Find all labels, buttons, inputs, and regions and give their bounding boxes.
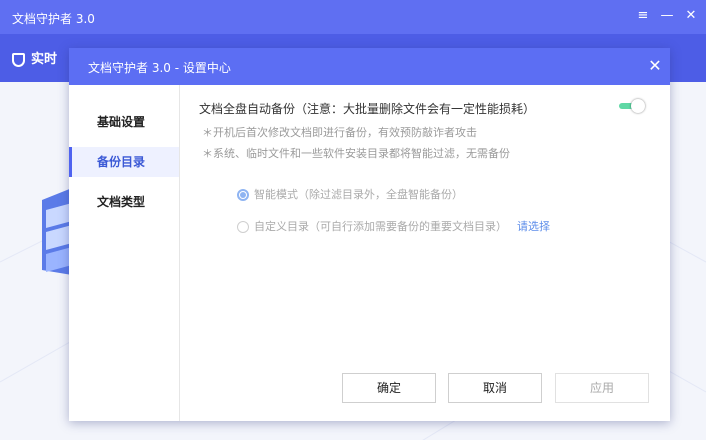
option-smart-mode[interactable]: 智能模式（除过滤目录外，全盘智能备份） [237, 186, 463, 202]
app-titlebar: 文档守护者 3.0 ≡ — ✕ [0, 0, 706, 34]
dialog-header: 文档守护者 3.0 - 设置中心 ✕ [69, 48, 670, 85]
apply-button[interactable]: 应用 [555, 373, 649, 403]
tab-realtime-label: 实时 [31, 52, 58, 67]
menu-button[interactable]: ≡ [634, 7, 652, 25]
sidebar-item-basic[interactable]: 基础设置 [69, 107, 179, 137]
radio-selected-icon[interactable] [237, 189, 249, 201]
note-first-edit: ＊开机后首次修改文档即进行备份，有效预防敲诈者攻击 [202, 126, 477, 139]
sidebar-item-doc-types[interactable]: 文档类型 [69, 187, 179, 217]
dialog-close-icon[interactable]: ✕ [646, 57, 664, 75]
option-custom-dir-label: 自定义目录（可自行添加需要备份的重要文档目录） [254, 220, 507, 233]
option-custom-dir[interactable]: 自定义目录（可自行添加需要备份的重要文档目录） 请选择 [237, 218, 550, 234]
settings-sidebar: 基础设置 备份目录 文档类型 [69, 85, 180, 421]
app-title: 文档守护者 3.0 [12, 12, 95, 26]
dialog-title: 文档守护者 3.0 - 设置中心 [88, 61, 231, 75]
settings-panel: 文档全盘自动备份（注意：大批量删除文件会有一定性能损耗） ＊开机后首次修改文档即… [199, 85, 649, 385]
minimize-button[interactable]: — [658, 7, 676, 25]
sidebar-item-backup-dir[interactable]: 备份目录 [69, 147, 179, 177]
confirm-button[interactable]: 确定 [342, 373, 436, 403]
toggle-knob [631, 99, 645, 113]
note-smart-filter: ＊系统、临时文件和一些软件安装目录都将智能过滤，无需备份 [202, 147, 510, 160]
option-smart-mode-label: 智能模式（除过滤目录外，全盘智能备份） [254, 188, 463, 201]
shield-icon [12, 52, 25, 67]
radio-unselected-icon[interactable] [237, 221, 249, 233]
settings-dialog: 文档守护者 3.0 - 设置中心 ✕ 基础设置 备份目录 文档类型 文档全盘自动… [69, 48, 670, 421]
cancel-button[interactable]: 取消 [448, 373, 542, 403]
auto-backup-toggle[interactable] [619, 99, 647, 113]
choose-dir-link[interactable]: 请选择 [517, 220, 550, 233]
close-button[interactable]: ✕ [682, 7, 700, 25]
auto-backup-title: 文档全盘自动备份（注意：大批量删除文件会有一定性能损耗） [199, 102, 536, 116]
